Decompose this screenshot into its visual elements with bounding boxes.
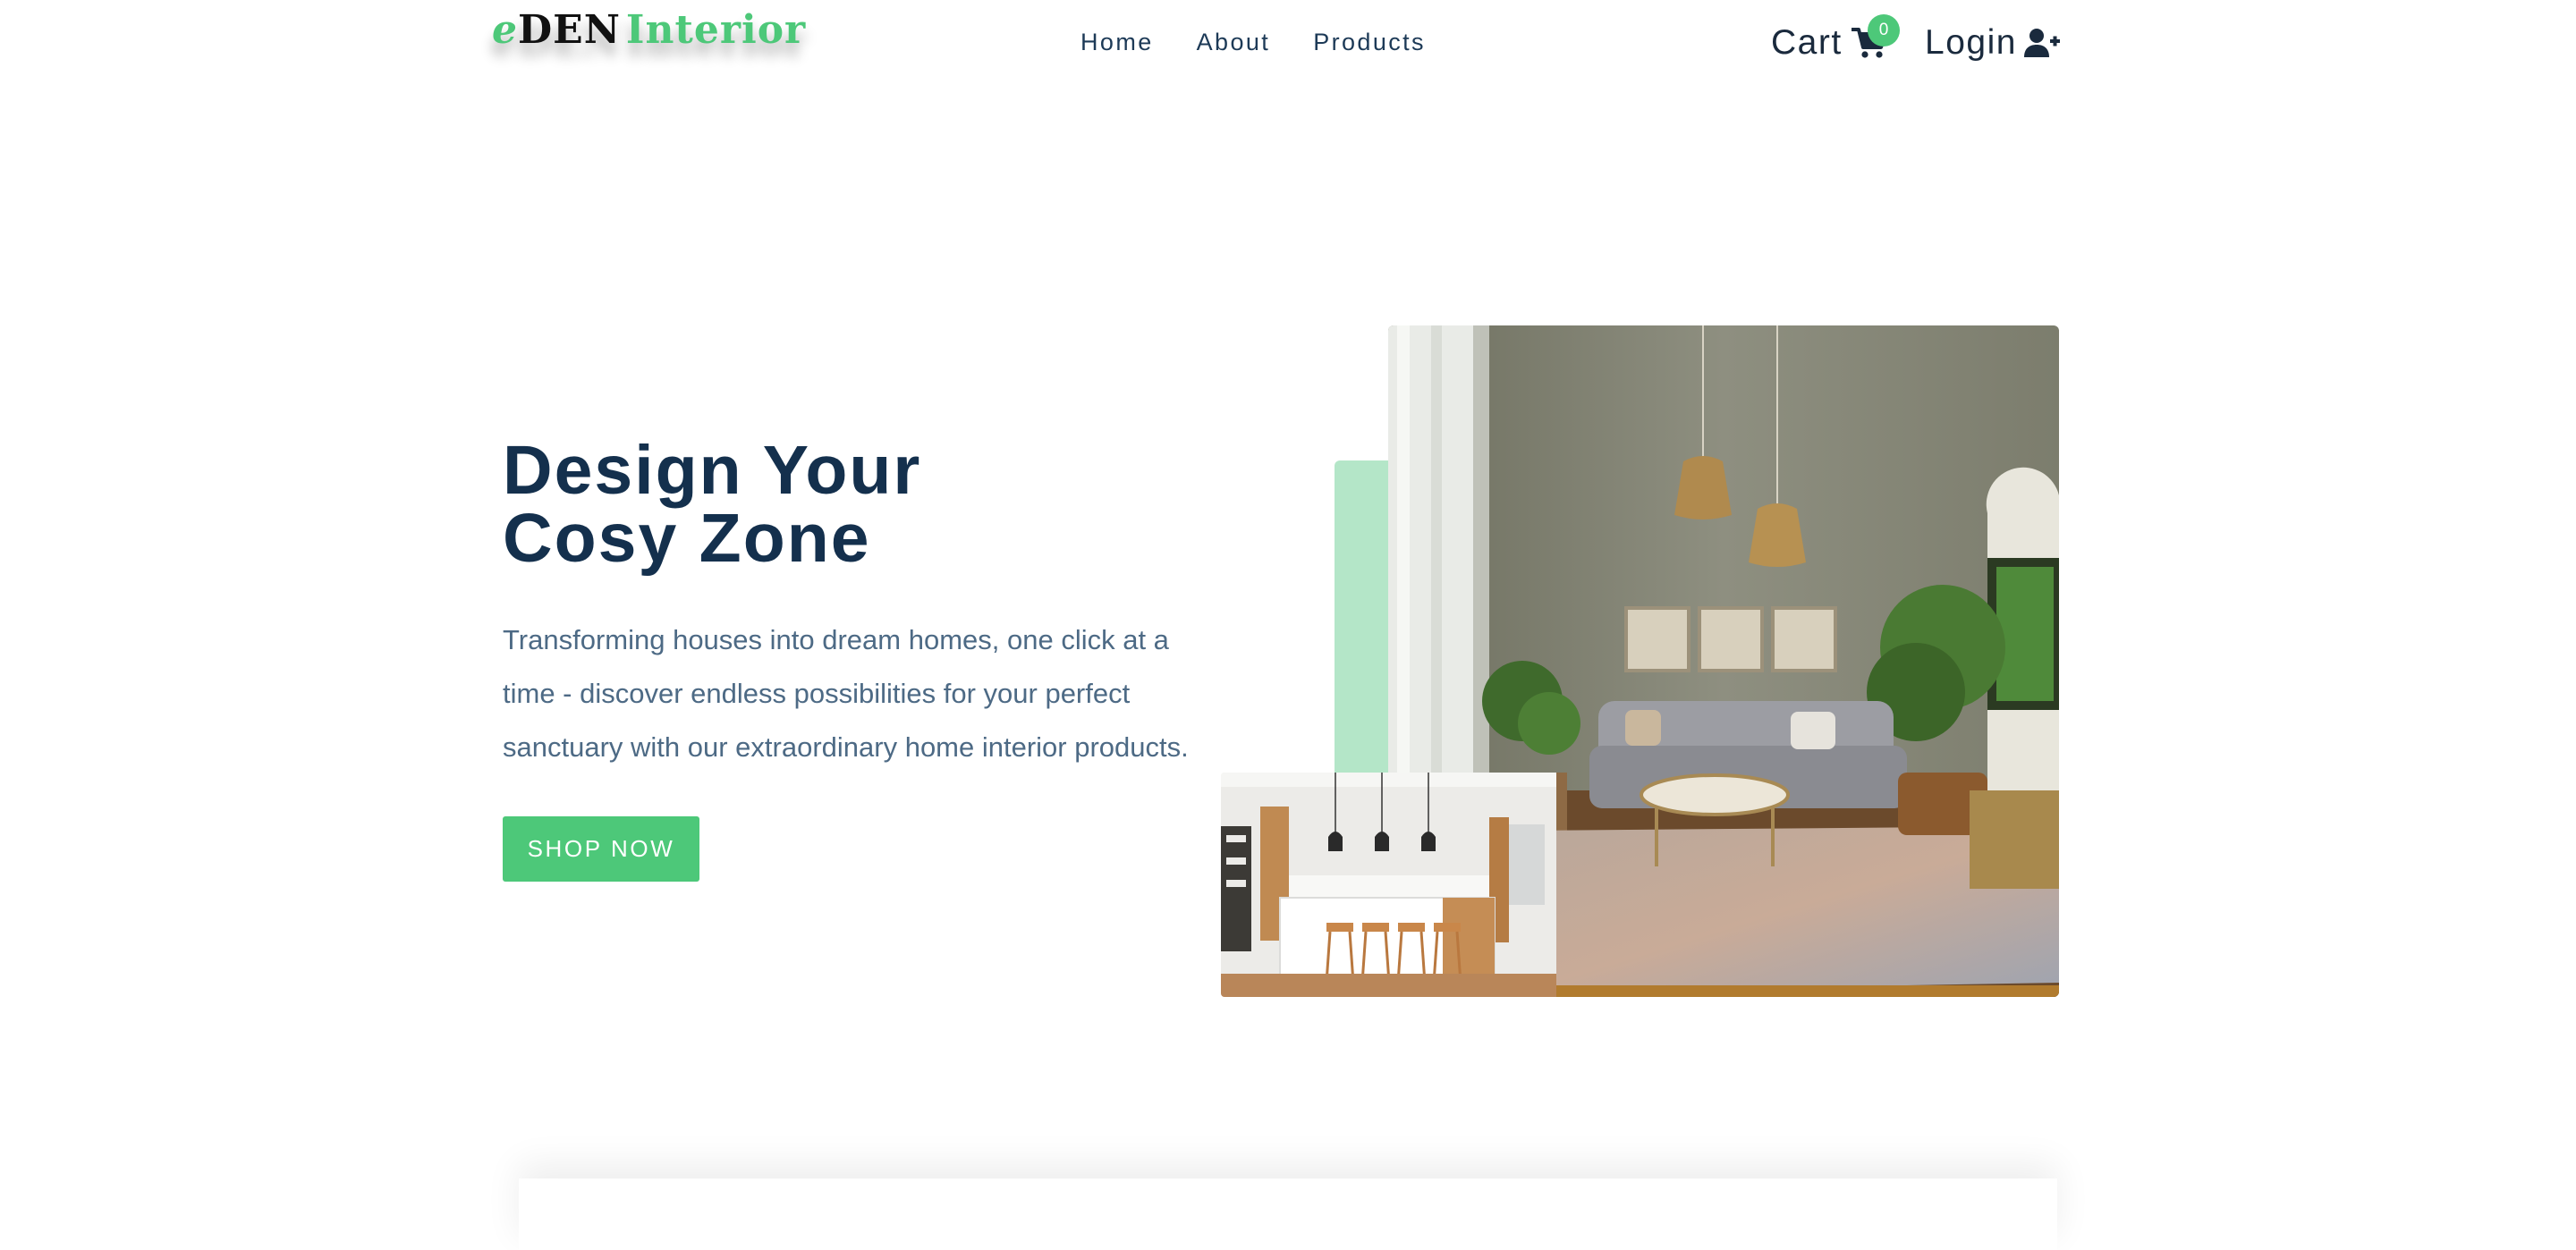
hero-title-line-1: Design Your [503, 432, 922, 509]
hero-title-line-2: Cosy Zone [503, 500, 871, 577]
cart-label: Cart [1771, 23, 1843, 62]
brand-logo[interactable]: eDEN Interior [492, 7, 806, 53]
logo-part-den: DEN [518, 7, 621, 53]
user-plus-icon [2023, 29, 2060, 57]
nav-link-products[interactable]: Products [1313, 29, 1426, 56]
shop-now-button[interactable]: SHOP NOW [503, 816, 699, 882]
hero-title: Design Your Cosy Zone [503, 432, 922, 577]
logo-part-interior: Interior [625, 7, 807, 53]
login-label: Login [1925, 23, 2017, 62]
kitchen-image [1221, 773, 1556, 997]
nav-link-about[interactable]: About [1197, 29, 1271, 56]
logo-part-e: e [492, 7, 518, 53]
main-nav: Home About Products [1080, 29, 1426, 56]
cart-count-badge: 0 [1868, 14, 1900, 46]
nav-link-home[interactable]: Home [1080, 29, 1154, 56]
accent-bar [1335, 460, 1390, 775]
next-section-card [519, 1178, 2057, 1250]
hero-description: Transforming houses into dream homes, on… [503, 624, 1189, 763]
login-button[interactable]: Login [1925, 23, 2060, 63]
navbar: eDEN Interior Home About Products Cart 0 … [0, 0, 2576, 89]
cart-button[interactable]: Cart 0 [1771, 14, 1900, 63]
